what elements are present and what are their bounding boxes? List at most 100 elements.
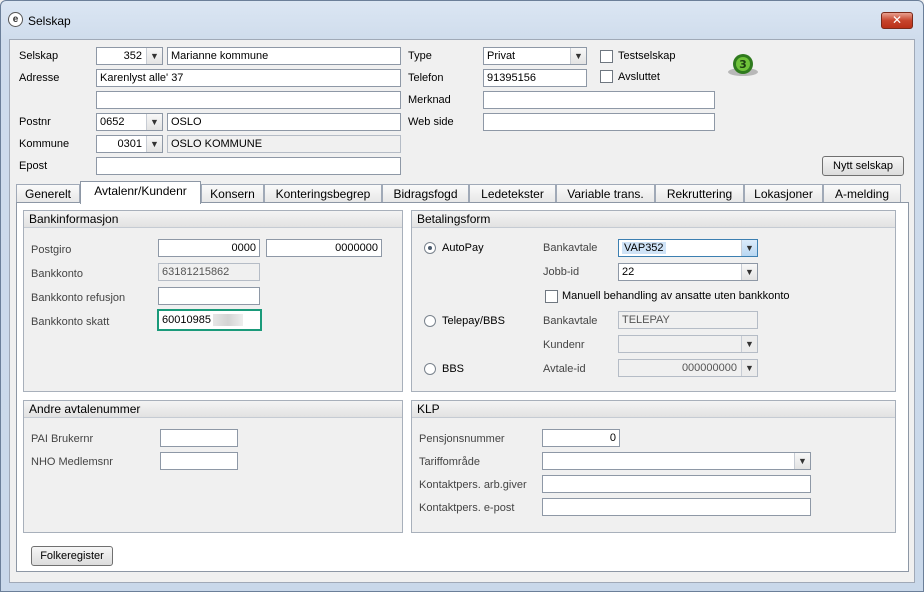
adresse1-input[interactable]: Karenlyst alle' 37 xyxy=(96,69,401,87)
telepay-bankavtale-label: Bankavtale xyxy=(543,315,598,327)
close-button[interactable]: ✕ xyxy=(881,12,913,29)
selskap-window: e Selskap ✕ Selskap 352 ▼ Marianne kommu… xyxy=(0,0,924,592)
window-title: Selskap xyxy=(28,14,71,28)
nho-label: NHO Medlemsnr xyxy=(31,456,113,468)
manuell-label: Manuell behandling av ansatte uten bankk… xyxy=(562,290,790,302)
app-logo-icon: 3 xyxy=(728,54,758,76)
app-logo-icon: e xyxy=(8,12,23,27)
epost-label: Epost xyxy=(19,160,48,172)
betalingsform-group: Betalingsform AutoPay Bankavtale VAP352 … xyxy=(411,210,896,392)
tab-ledetekster[interactable]: Ledetekster xyxy=(469,184,556,203)
webside-input[interactable] xyxy=(483,113,715,131)
telepay-label: Telepay/BBS xyxy=(442,315,505,327)
nho-input[interactable] xyxy=(160,452,238,470)
selskap-navn-input[interactable]: Marianne kommune xyxy=(167,47,401,65)
telepay-radio[interactable] xyxy=(424,315,436,327)
kommune-navn-field: OSLO KOMMUNE xyxy=(167,135,401,153)
kommune-dropdown[interactable]: 0301 ▼ xyxy=(96,135,163,153)
selskap-label: Selskap xyxy=(19,50,59,62)
merknad-label: Merknad xyxy=(408,94,451,106)
folkeregister-button[interactable]: Folkeregister xyxy=(31,546,113,566)
tab-konsern[interactable]: Konsern xyxy=(201,184,264,203)
kundenr-label: Kundenr xyxy=(543,339,585,351)
tariff-dropdown[interactable]: ▼ xyxy=(542,452,811,470)
tab-bidragsfogd[interactable]: Bidragsfogd xyxy=(382,184,469,203)
chevron-down-icon: ▼ xyxy=(741,336,757,352)
postgiro1-input[interactable]: 0000 xyxy=(158,239,260,257)
avtaleid-label: Avtale-id xyxy=(543,363,586,375)
arbgiver-input[interactable] xyxy=(542,475,811,493)
telefon-input[interactable]: 91395156 xyxy=(483,69,587,87)
bbs-label: BBS xyxy=(442,363,465,375)
postgiro-label: Postgiro xyxy=(31,244,72,256)
tab-a-melding[interactable]: A-melding xyxy=(823,184,901,203)
chevron-down-icon[interactable]: ▼ xyxy=(146,136,162,152)
selskap-nr-dropdown[interactable]: 352 ▼ xyxy=(96,47,163,65)
svg-text:3: 3 xyxy=(739,58,747,71)
skatt-input[interactable]: 60010985 xyxy=(157,309,262,331)
chevron-down-icon[interactable]: ▼ xyxy=(794,453,810,469)
jobbid-label: Jobb-id xyxy=(543,266,580,278)
postgiro2-input[interactable]: 0000000 xyxy=(266,239,382,257)
tab-generelt[interactable]: Generelt xyxy=(16,184,80,203)
avsluttet-checkbox[interactable] xyxy=(600,70,613,83)
testselskap-label: Testselskap xyxy=(618,50,676,62)
kommune-nr-value: 0301 xyxy=(117,138,142,150)
tab-konteringsbegrep[interactable]: Konteringsbegrep xyxy=(264,184,382,203)
autopay-label: AutoPay xyxy=(442,242,484,254)
poststed-input[interactable]: OSLO xyxy=(167,113,401,131)
refusjon-input[interactable] xyxy=(158,287,260,305)
tariff-label: Tariffområde xyxy=(419,456,480,468)
epost-input[interactable] xyxy=(96,157,401,175)
arbgiver-label: Kontaktpers. arb.giver xyxy=(419,479,527,491)
adresse-label: Adresse xyxy=(19,72,60,84)
tab-avtalenr-kundenr[interactable]: Avtalenr/Kundenr xyxy=(80,181,201,204)
chevron-down-icon[interactable]: ▼ xyxy=(146,114,162,130)
kommune-label: Kommune xyxy=(19,138,70,150)
adresse2-input[interactable] xyxy=(96,91,401,109)
klp-epost-input[interactable] xyxy=(542,498,811,516)
skatt-value: 60010985 xyxy=(162,314,211,326)
klp-group: KLP Pensjonsnummer 0 Tariffområde ▼ Kont… xyxy=(411,400,896,533)
autopay-radio[interactable] xyxy=(424,242,436,254)
bbs-radio[interactable] xyxy=(424,363,436,375)
webside-label: Web side xyxy=(408,116,454,128)
tab-lokasjoner[interactable]: Lokasjoner xyxy=(744,184,823,203)
redacted-block xyxy=(212,314,243,327)
tab-rekruttering[interactable]: Rekruttering xyxy=(655,184,744,203)
jobbid-dropdown[interactable]: 22 ▼ xyxy=(618,263,758,281)
andre-title: Andre avtalenummer xyxy=(24,401,402,418)
type-dropdown[interactable]: Privat ▼ xyxy=(483,47,587,65)
postnr-dropdown[interactable]: 0652 ▼ xyxy=(96,113,163,131)
testselskap-checkbox[interactable] xyxy=(600,50,613,63)
tab-bar: Generelt Avtalenr/Kundenr Konsern Konter… xyxy=(16,181,910,204)
klp-title: KLP xyxy=(412,401,895,418)
bankavtale-label: Bankavtale xyxy=(543,242,598,254)
bankinfo-title: Bankinformasjon xyxy=(24,211,402,228)
telefon-label: Telefon xyxy=(408,72,444,84)
chevron-down-icon[interactable]: ▼ xyxy=(146,48,162,64)
avtaleid-dropdown: 000000000 ▼ xyxy=(618,359,758,377)
type-label: Type xyxy=(408,50,432,62)
tab-page-avtalenr: Bankinformasjon Postgiro 0000 0000000 Ba… xyxy=(16,202,909,572)
bankavtale-dropdown[interactable]: VAP352 ▼ xyxy=(618,239,758,257)
close-icon: ✕ xyxy=(891,13,903,27)
tab-variable-trans[interactable]: Variable trans. xyxy=(556,184,655,203)
selskap-nr-value: 352 xyxy=(123,50,142,62)
pensjon-input[interactable]: 0 xyxy=(542,429,620,447)
kundenr-dropdown: ▼ xyxy=(618,335,758,353)
manuell-checkbox[interactable] xyxy=(545,290,558,303)
pai-input[interactable] xyxy=(160,429,238,447)
merknad-input[interactable] xyxy=(483,91,715,109)
chevron-down-icon[interactable]: ▼ xyxy=(741,240,757,256)
skatt-label: Bankkonto skatt xyxy=(31,316,110,328)
nytt-selskap-button[interactable]: Nytt selskap xyxy=(822,156,904,176)
betalingsform-title: Betalingsform xyxy=(412,211,895,228)
andre-group: Andre avtalenummer PAI Brukernr NHO Medl… xyxy=(23,400,403,533)
avtaleid-value: 000000000 xyxy=(681,362,737,374)
chevron-down-icon[interactable]: ▼ xyxy=(741,264,757,280)
jobbid-value: 22 xyxy=(622,266,635,278)
avsluttet-label: Avsluttet xyxy=(618,71,660,83)
pensjon-label: Pensjonsnummer xyxy=(419,433,505,445)
chevron-down-icon[interactable]: ▼ xyxy=(570,48,586,64)
